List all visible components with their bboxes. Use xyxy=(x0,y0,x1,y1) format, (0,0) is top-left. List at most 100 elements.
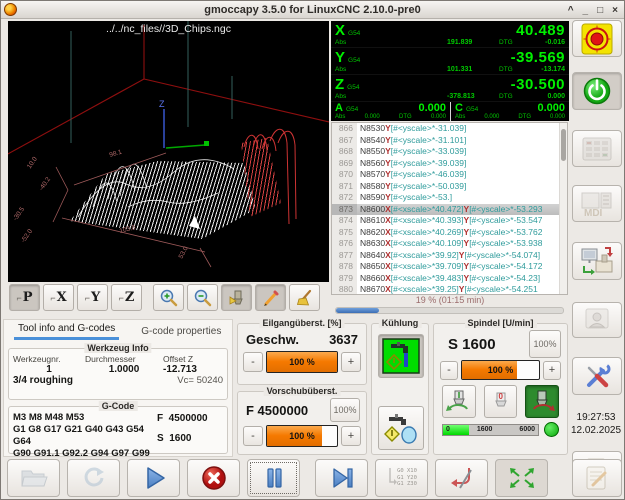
maximize-window-button[interactable]: □ xyxy=(597,5,603,16)
gcode-line-number: 866 xyxy=(332,123,357,135)
pause-program-button[interactable] xyxy=(247,459,300,497)
spindle-stop-button[interactable]: 0 xyxy=(483,385,518,418)
werkzeug-info-frame: Werkzeug Info Werkzeugnr. Durchmesser Of… xyxy=(8,343,228,400)
gcode-line-text: N8650X[#<xscale>*39.709]Y[#<yscale>*-54.… xyxy=(360,261,543,271)
spindle-override-reset-button[interactable]: 100% xyxy=(529,330,561,358)
gcode-line-number: 868 xyxy=(332,146,357,158)
run-from-line-button[interactable]: G0 X10 G1 Y20 G1 Z30 xyxy=(375,459,428,497)
reload-file-button[interactable] xyxy=(67,459,120,497)
user-settings-button[interactable] xyxy=(572,302,622,338)
flood-coolant-icon xyxy=(382,338,420,374)
fullscreen-arrows-icon xyxy=(509,468,534,488)
tab-gcode-properties[interactable]: G-code properties xyxy=(137,324,225,340)
dro-axis-x[interactable]: X G54 40.489 Abs 191.839 DTG -0.016 xyxy=(331,21,569,48)
mdi-mode-button[interactable]: MDI xyxy=(572,185,622,222)
settings-tools-button[interactable] xyxy=(572,357,622,395)
active-mcodes: M3 M8 M48 M53 xyxy=(13,412,85,423)
gcode-listing[interactable]: 866 N8530Y[#<yscale>*-31.039] 867 N8540Y[#<… xyxy=(331,122,568,295)
spindle-left-button[interactable] xyxy=(442,385,476,418)
feed-override-plus-button[interactable]: + xyxy=(341,426,361,446)
gcode-scrollbar[interactable] xyxy=(559,123,567,294)
spindle-override-plus-button[interactable]: + xyxy=(543,360,561,380)
run-program-button[interactable] xyxy=(127,459,180,497)
svg-text:98.1: 98.1 xyxy=(109,149,123,159)
dro-axis-a[interactable]: A G54 0.000 Abs 0.000 DTG 0.000 xyxy=(331,102,450,121)
rapid-override-minus-button[interactable]: - xyxy=(243,352,263,372)
gcode-line-number: 878 xyxy=(332,261,357,273)
gcode-line[interactable]: 870 N8570Y[#<yscale>*-46.039] xyxy=(332,169,567,181)
dro-axis-y[interactable]: Y G54 -39.569 Abs 101.331 DTG -13.174 xyxy=(331,48,569,75)
machine-on-button[interactable] xyxy=(572,72,622,110)
open-folder-icon xyxy=(20,470,48,487)
auto-mode-button[interactable] xyxy=(572,242,622,280)
active-speed: S 1600 xyxy=(157,433,192,444)
clear-plot-button[interactable] xyxy=(289,284,320,311)
gcode-line[interactable]: 867 N8540Y[#<yscale>*-31.101] xyxy=(332,134,567,146)
tab-tool-info[interactable]: Tool info and G-codes xyxy=(14,321,120,340)
gcode-line-number: 872 xyxy=(332,192,357,204)
rapid-override-slider[interactable]: 100 % xyxy=(266,351,338,373)
step-program-button[interactable] xyxy=(315,459,368,497)
tool-vc-value: Vc= 50240 xyxy=(177,375,223,386)
spindle-cw-icon xyxy=(533,390,556,411)
gcode-line-number: 879 xyxy=(332,272,357,284)
gcode-line-text: N8570Y[#<yscale>*-46.039] xyxy=(360,169,467,179)
gcode-line-number: 869 xyxy=(332,157,357,169)
spindle-override-slider[interactable]: 100 % xyxy=(461,360,540,380)
stop-program-button[interactable] xyxy=(187,459,240,497)
rapid-override-plus-button[interactable]: + xyxy=(341,352,361,372)
open-file-button[interactable] xyxy=(7,459,60,497)
dro-panel[interactable]: X G54 40.489 Abs 191.839 DTG -0.016 Y G54 -39.5… xyxy=(331,21,569,121)
dro-axis-z[interactable]: Z G54 -30.500 Abs -378.813 DTG 0.000 xyxy=(331,75,569,102)
gcode-line-text: N8560Y[#<yscale>*-39.039] xyxy=(360,157,467,168)
gcode-scrollbar-thumb[interactable] xyxy=(561,129,566,161)
gcode-line[interactable]: 875 N8620X[#<xscale>*40.269]Y[#<yscale>*-… xyxy=(332,226,567,238)
view-perspective-button[interactable]: ⌐ P xyxy=(9,284,40,311)
view-x-button[interactable]: ⌐ X xyxy=(43,284,74,311)
tool-number-header: Werkzeugnr. xyxy=(13,354,61,364)
gcode-line[interactable]: 876 N8630X[#<xscale>*40.109]Y[#<yscale>*-… xyxy=(332,238,567,250)
tool-dimensions-button[interactable] xyxy=(221,284,252,311)
gcode-line[interactable]: 868 N8550Y[#<yscale>*-33.039] xyxy=(332,146,567,158)
svg-text:0: 0 xyxy=(498,392,503,401)
gcode-line[interactable]: 874 N8610X[#<xscale>*40.393]Y[#<yscale>*-… xyxy=(332,215,567,227)
estop-button[interactable] xyxy=(572,20,622,57)
tool-offset-header: Offset Z xyxy=(163,354,194,364)
gremlin-preview[interactable]: Z 10.0 -40.2 -30.5 -52.0 98.1 103.0 53.0 xyxy=(8,21,329,282)
reload-icon xyxy=(84,467,104,487)
view-z-button[interactable]: ⌐ Z xyxy=(111,284,142,311)
feed-override-frame: Vorschubüberst. F 4500000 100% - 100 % + xyxy=(237,386,367,455)
svg-text:-30.5: -30.5 xyxy=(12,206,26,222)
gcode-line[interactable]: 873 N8600X[#<xscale>*40.472]Y[#<yscale>*-… xyxy=(332,203,567,215)
shade-window-button[interactable]: ^ xyxy=(568,5,574,16)
flood-coolant-button[interactable] xyxy=(378,334,424,378)
gcode-line[interactable]: 866 N8530Y[#<yscale>*-31.039] xyxy=(332,123,567,135)
gcode-line[interactable]: 869 N8560Y[#<yscale>*-39.039] xyxy=(332,157,567,169)
feed-override-slider[interactable]: 100 % xyxy=(266,425,338,447)
gcode-line[interactable]: 878 N8650X[#<xscale>*39.709]Y[#<yscale>*-… xyxy=(332,261,567,273)
gcode-line[interactable]: 880 N8670X[#<xscale>*39.25]Y[#<yscale>*-5… xyxy=(332,284,567,294)
manual-mode-button[interactable] xyxy=(572,130,622,167)
edit-gcode-button[interactable] xyxy=(572,459,622,497)
dro-axis-c[interactable]: C G54 0.000 Abs 0.000 DTG 0.000 xyxy=(450,102,569,121)
optional-blocks-button[interactable] xyxy=(435,459,488,497)
view-y-button[interactable]: ⌐ Y xyxy=(77,284,108,311)
minimize-window-button[interactable]: _ xyxy=(583,5,589,16)
close-window-button[interactable]: × xyxy=(612,5,618,16)
spindle-override-minus-button[interactable]: - xyxy=(440,360,458,380)
svg-text:10.0: 10.0 xyxy=(26,155,39,170)
mist-coolant-button[interactable] xyxy=(378,406,424,450)
draw-dimensions-button[interactable] xyxy=(255,284,286,311)
feed-override-minus-button[interactable]: - xyxy=(243,426,263,446)
feed-override-reset-button[interactable]: 100% xyxy=(330,398,360,422)
pause-icon xyxy=(266,468,282,488)
gcode-line-number: 870 xyxy=(332,169,357,181)
gcode-line[interactable]: 877 N8640X[#<xscale>*39.92]Y[#<yscale>*-5… xyxy=(332,249,567,261)
fullscreen-button[interactable] xyxy=(495,459,548,497)
zoom-in-button[interactable] xyxy=(153,284,184,311)
gcode-line[interactable]: 871 N8580Y[#<yscale>*-50.039] xyxy=(332,180,567,192)
spindle-right-button[interactable] xyxy=(525,385,560,418)
zoom-out-button[interactable] xyxy=(187,284,218,311)
gcode-line[interactable]: 879 N8660X[#<xscale>*39.483]Y[#<yscale>*-… xyxy=(332,272,567,284)
gcode-line[interactable]: 872 N8590Y[#<yscale>*-53.] xyxy=(332,192,567,204)
